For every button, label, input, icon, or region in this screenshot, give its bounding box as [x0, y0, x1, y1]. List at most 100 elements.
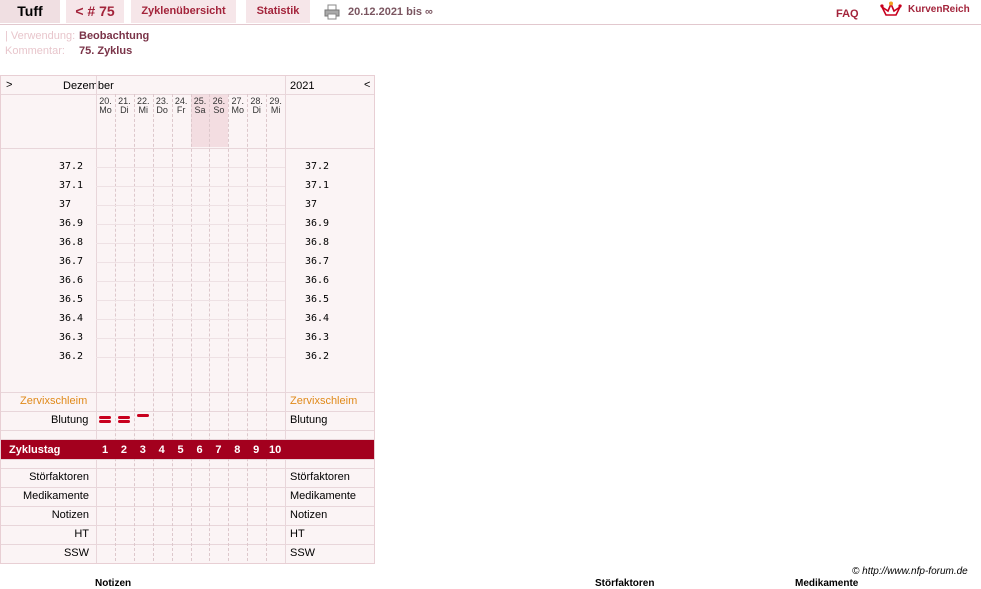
day-column-line [266, 94, 268, 561]
day-column-line [190, 94, 192, 561]
grid-line [1, 94, 374, 95]
cycle-day-number: 10 [268, 444, 282, 456]
date-range: 20.12.2021 bis ∞ [348, 6, 433, 18]
day-column-line [152, 94, 154, 561]
temp-gridline [96, 338, 285, 339]
month-label: Dezember [63, 80, 114, 92]
grid-line [1, 525, 374, 526]
brand-logo-text[interactable]: KurvenReich [908, 4, 970, 15]
cycle-day-label: Zyklustag [9, 444, 61, 456]
day-weekday: Fr [176, 105, 186, 115]
temp-label-left: 36.9 [59, 218, 84, 229]
temp-gridline [96, 281, 285, 282]
temp-label-left: 36.7 [59, 256, 84, 267]
cycle-day-number: 9 [253, 444, 260, 456]
bottom-row-label-left: Notizen [51, 509, 89, 521]
footer-disruptions-heading: Störfaktoren [595, 578, 655, 589]
bottom-row-label-right: Notizen [290, 509, 328, 521]
cycle-day-number: 4 [158, 444, 165, 456]
day-header: 21. Di [115, 97, 134, 115]
footer-medication-heading: Medikamente [795, 578, 859, 589]
temp-label-right: 36.2 [305, 351, 330, 362]
temp-label-right: 36.8 [305, 237, 330, 248]
temp-label-right: 36.7 [305, 256, 330, 267]
grid-line [1, 392, 374, 393]
day-weekday: Mo [231, 105, 245, 115]
next-month-arrow[interactable]: < [364, 79, 370, 91]
day-weekday: Do [156, 105, 168, 115]
day-column-line [228, 94, 230, 561]
temp-label-left: 36.8 [59, 237, 84, 248]
day-header: 22. Mi [134, 97, 153, 115]
top-bar: Tuff < # 75 Zyklenübersicht Statistik 20… [0, 0, 981, 25]
day-header: 24. Fr [172, 97, 191, 115]
bleeding-mark [99, 420, 111, 423]
cycle-day-number: 3 [139, 444, 146, 456]
day-column-line [209, 94, 211, 561]
bottom-row-label-left: HT [74, 528, 89, 540]
temp-gridline [96, 205, 285, 206]
bottom-row-label-right: Störfaktoren [290, 471, 350, 483]
day-header: 26. So [209, 97, 228, 115]
grid-line [1, 459, 374, 460]
day-column-line [133, 94, 135, 561]
bleeding-mark [117, 420, 130, 423]
grid-line [1, 468, 374, 469]
temp-gridline [96, 224, 285, 225]
prev-month-arrow[interactable]: > [6, 79, 12, 91]
cycle-overview-tab[interactable]: Zyklenübersicht [131, 0, 236, 23]
grid-line [1, 430, 374, 431]
column-divider [285, 76, 286, 563]
day-header: 23. Do [153, 97, 172, 115]
day-column-line [247, 94, 249, 561]
cycle-day-number: 5 [177, 444, 184, 456]
temp-gridline [96, 243, 285, 244]
user-name-tab[interactable]: Tuff [0, 0, 60, 23]
bottom-row-label-left: Medikamente [22, 490, 89, 502]
temp-label-right: 37.1 [305, 180, 330, 191]
comment-row: Kommentar: 75. Zyklus [5, 45, 132, 57]
temp-label-left: 37 [59, 199, 72, 210]
day-weekday: Mi [138, 105, 149, 115]
comment-label: Kommentar: [5, 45, 65, 57]
year-label: 2021 [290, 80, 315, 92]
temp-label-right: 36.6 [305, 275, 330, 286]
day-weekday: Di [252, 105, 261, 115]
grid-line [1, 487, 374, 488]
crown-icon [880, 1, 902, 16]
cycle-chart: > Dezember 2021 < 20. Mo 21. Di 22. Mi 23. Do 24… [0, 75, 375, 564]
statistics-tab[interactable]: Statistik [246, 0, 310, 23]
grid-line [1, 411, 374, 412]
cycle-day-number: 1 [101, 444, 109, 456]
comment-value: 75. Zyklus [79, 45, 133, 57]
day-header: 25. Sa [191, 97, 210, 115]
bleeding-label-right: Blutung [290, 414, 328, 426]
bleeding-mark [136, 414, 149, 417]
temp-label-left: 36.4 [59, 313, 84, 324]
day-header: 20. Mo [96, 97, 115, 115]
day-header: 28. Di [247, 97, 266, 115]
temp-label-right: 36.9 [305, 218, 330, 229]
grid-line [1, 506, 374, 507]
printer-icon[interactable] [324, 4, 340, 20]
cycle-day-number: 2 [120, 444, 127, 456]
temp-label-left: 37.2 [59, 161, 84, 172]
bottom-row-label-right: Medikamente [290, 490, 357, 502]
faq-link[interactable]: FAQ [836, 8, 859, 20]
temp-label-right: 36.5 [305, 294, 330, 305]
temp-gridline [96, 262, 285, 263]
cycle-day-number: 6 [196, 444, 203, 456]
bleeding-label-left: Blutung [51, 414, 89, 426]
temp-label-left: 36.2 [59, 351, 84, 362]
day-column-line [171, 94, 173, 561]
bottom-row-label-right: SSW [290, 547, 316, 559]
day-weekday: Sa [194, 105, 206, 115]
copyright-link[interactable]: © http://www.nfp-forum.de [852, 566, 968, 577]
temp-label-left: 37.1 [59, 180, 84, 191]
bottom-row-label-left: SSW [63, 547, 89, 559]
mucus-label-left: Zervixschleim [20, 395, 88, 407]
temp-label-right: 37 [305, 199, 318, 210]
cycle-nav-tab[interactable]: < # 75 [66, 0, 124, 23]
usage-label: | Verwendung: [5, 30, 76, 42]
cycle-day-number: 8 [234, 444, 241, 456]
